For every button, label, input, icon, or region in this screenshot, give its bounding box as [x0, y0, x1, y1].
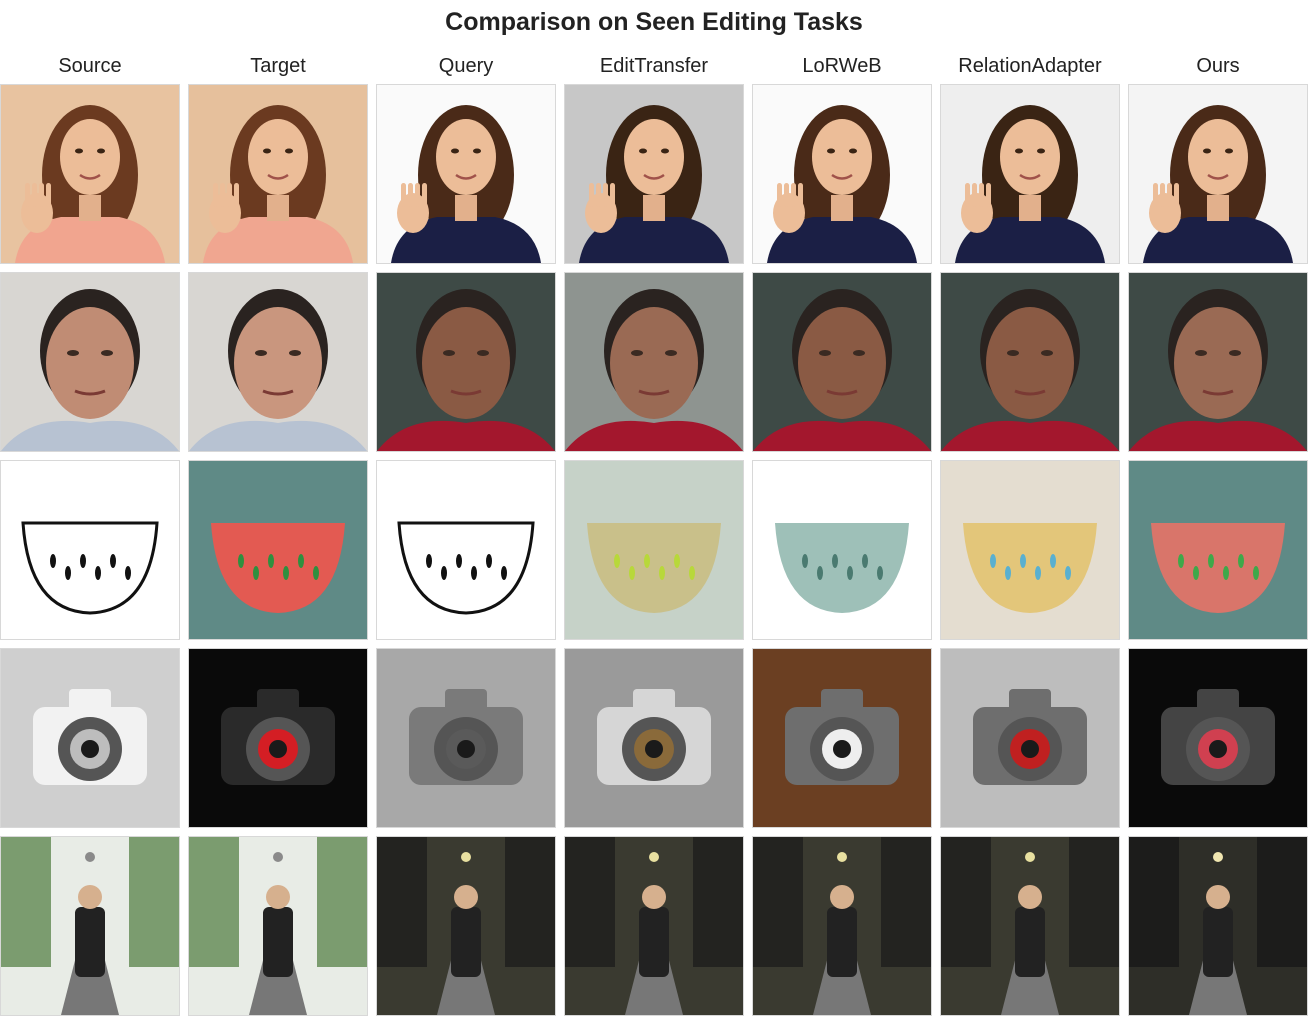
image-placeholder	[1129, 649, 1307, 827]
grid-image	[564, 460, 744, 640]
image-placeholder	[1, 273, 179, 451]
column-header: Query	[438, 55, 494, 77]
image-placeholder	[565, 273, 743, 451]
grid-image	[376, 272, 556, 452]
grid-image	[940, 84, 1120, 264]
grid-image	[752, 272, 932, 452]
image-placeholder	[565, 461, 743, 639]
grid-image	[564, 84, 744, 264]
image-placeholder	[377, 85, 555, 263]
grid-image	[1128, 836, 1308, 1016]
grid-image	[564, 836, 744, 1016]
image-placeholder	[1129, 837, 1307, 1015]
grid-image	[1128, 460, 1308, 640]
image-placeholder	[565, 837, 743, 1015]
column-header: Target	[250, 55, 306, 77]
grid-image	[0, 648, 180, 828]
column-header: LoRWeB	[802, 55, 882, 77]
grid-image	[376, 84, 556, 264]
image-placeholder	[1, 85, 179, 263]
page-title: Comparison on Seen Editing Tasks	[445, 8, 863, 36]
grid-image	[0, 836, 180, 1016]
grid-image	[0, 272, 180, 452]
image-placeholder	[941, 273, 1119, 451]
image-placeholder	[565, 85, 743, 263]
grid-image	[940, 272, 1120, 452]
image-placeholder	[753, 85, 931, 263]
column-header: Ours	[1196, 55, 1240, 77]
image-placeholder	[189, 85, 367, 263]
image-placeholder	[377, 273, 555, 451]
grid-image	[188, 648, 368, 828]
image-placeholder	[1, 837, 179, 1015]
image-placeholder	[941, 461, 1119, 639]
image-placeholder	[941, 837, 1119, 1015]
grid-image	[1128, 84, 1308, 264]
image-placeholder	[1129, 461, 1307, 639]
grid-image	[752, 84, 932, 264]
grid-image	[188, 836, 368, 1016]
grid-image	[376, 836, 556, 1016]
image-placeholder	[941, 649, 1119, 827]
image-placeholder	[1129, 85, 1307, 263]
grid-image	[1128, 648, 1308, 828]
grid-image	[1128, 272, 1308, 452]
grid-image	[188, 272, 368, 452]
image-placeholder	[753, 461, 931, 639]
grid-image	[752, 836, 932, 1016]
grid-image	[0, 460, 180, 640]
column-header: RelationAdapter	[958, 55, 1102, 77]
grid-image	[752, 648, 932, 828]
column-header: Source	[58, 55, 122, 77]
grid-image	[188, 460, 368, 640]
image-placeholder	[377, 461, 555, 639]
image-placeholder	[941, 85, 1119, 263]
image-placeholder	[189, 273, 367, 451]
image-placeholder	[1, 461, 179, 639]
image-placeholder	[753, 273, 931, 451]
image-placeholder	[565, 649, 743, 827]
grid-image	[376, 460, 556, 640]
grid-image	[940, 460, 1120, 640]
image-placeholder	[753, 837, 931, 1015]
image-placeholder	[377, 649, 555, 827]
grid-image	[564, 648, 744, 828]
image-placeholder	[189, 649, 367, 827]
image-placeholder	[1129, 273, 1307, 451]
image-placeholder	[377, 837, 555, 1015]
grid-image	[940, 836, 1120, 1016]
grid-image	[0, 84, 180, 264]
grid-image	[752, 460, 932, 640]
image-placeholder	[189, 461, 367, 639]
image-placeholder	[189, 837, 367, 1015]
image-placeholder	[1, 649, 179, 827]
grid-image	[376, 648, 556, 828]
grid-image	[564, 272, 744, 452]
column-header: EditTransfer	[599, 55, 709, 77]
grid-image	[188, 84, 368, 264]
image-placeholder	[753, 649, 931, 827]
grid-image	[940, 648, 1120, 828]
